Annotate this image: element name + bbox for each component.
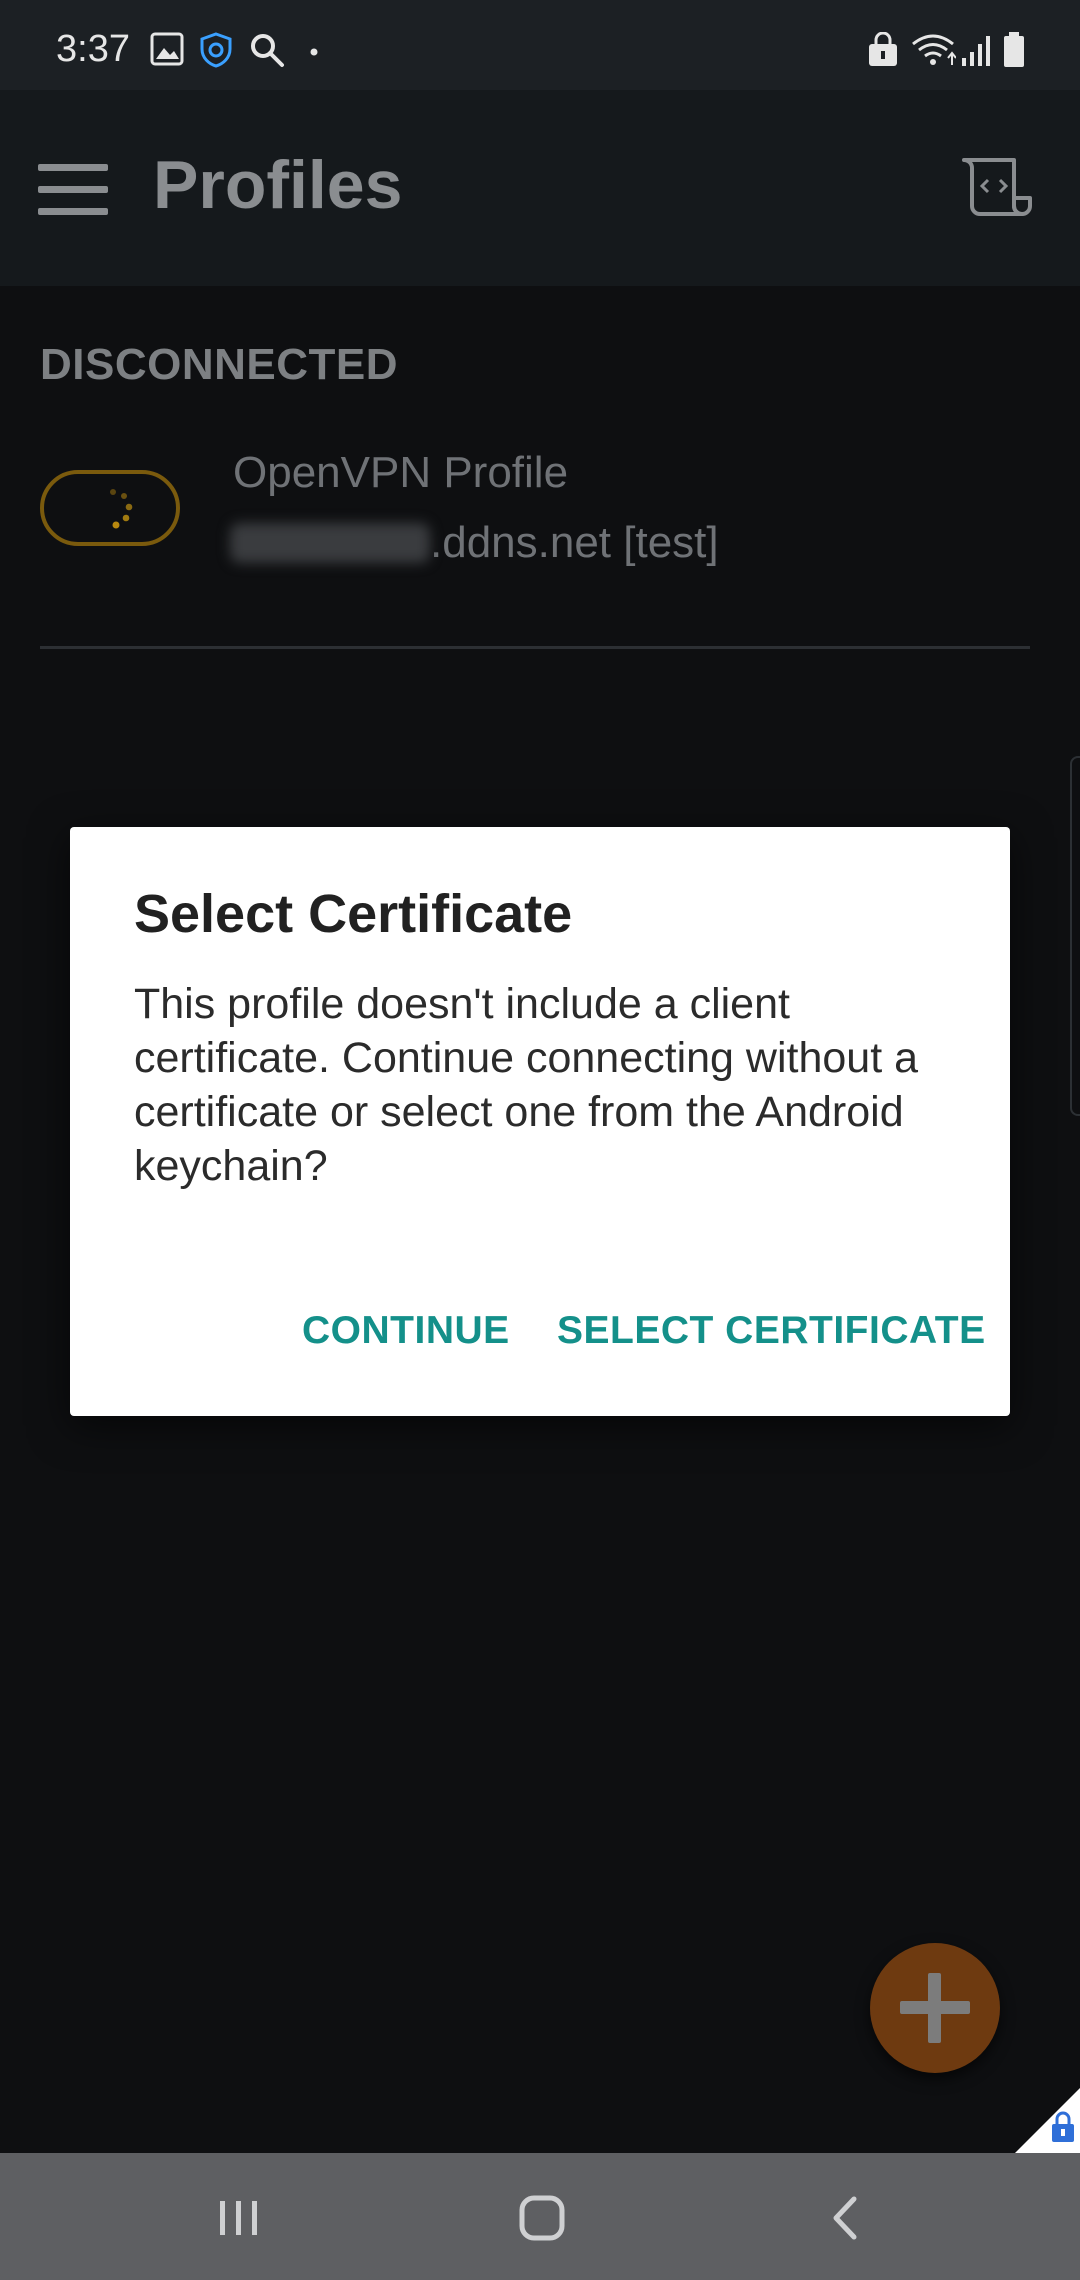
search-icon bbox=[251, 34, 284, 67]
home-icon[interactable] bbox=[506, 2183, 576, 2253]
connection-toggle[interactable] bbox=[40, 470, 180, 546]
wifi-icon bbox=[912, 34, 956, 65]
status-time: 3:37 bbox=[56, 28, 130, 70]
status-bar: 3:37 bbox=[0, 0, 1080, 90]
hamburger-menu-icon[interactable] bbox=[38, 164, 108, 216]
back-icon[interactable] bbox=[810, 2183, 880, 2253]
dialog-title: Select Certificate bbox=[134, 884, 573, 944]
select-certificate-dialog: Select Certificate This profile doesn't … bbox=[70, 827, 1010, 1416]
profile-host-suffix: .ddns.net [test] bbox=[430, 518, 719, 567]
shield-icon bbox=[200, 32, 232, 68]
dialog-message: This profile doesn't include a client ce… bbox=[134, 980, 919, 1190]
app-bar: Profiles bbox=[0, 90, 1080, 286]
signal-icon bbox=[962, 36, 990, 66]
edge-panel-handle[interactable] bbox=[1070, 756, 1080, 1116]
recents-icon[interactable] bbox=[204, 2183, 274, 2253]
page-title: Profiles bbox=[153, 147, 403, 223]
profile-list-item[interactable]: OpenVPN Profile .ddns.net [test] bbox=[0, 430, 1080, 580]
secure-folder-badge-icon bbox=[1015, 2088, 1080, 2153]
section-label-disconnected: DISCONNECTED bbox=[40, 340, 399, 389]
divider bbox=[40, 646, 1030, 649]
add-profile-button[interactable] bbox=[870, 1943, 1000, 2073]
redacted-hostname bbox=[230, 523, 430, 563]
profile-host: .ddns.net [test] bbox=[230, 518, 719, 568]
loading-spinner-icon bbox=[110, 489, 133, 529]
system-nav-bar bbox=[0, 2153, 1080, 2280]
import-profile-icon[interactable] bbox=[962, 154, 1032, 222]
select-certificate-button[interactable]: SELECT CERTIFICATE bbox=[557, 1309, 986, 1353]
lock-icon bbox=[869, 32, 897, 66]
continue-button[interactable]: CONTINUE bbox=[302, 1309, 510, 1353]
battery-icon bbox=[1004, 32, 1024, 67]
dot-icon bbox=[310, 48, 318, 56]
image-icon bbox=[150, 32, 184, 66]
profile-name: OpenVPN Profile bbox=[233, 448, 569, 497]
